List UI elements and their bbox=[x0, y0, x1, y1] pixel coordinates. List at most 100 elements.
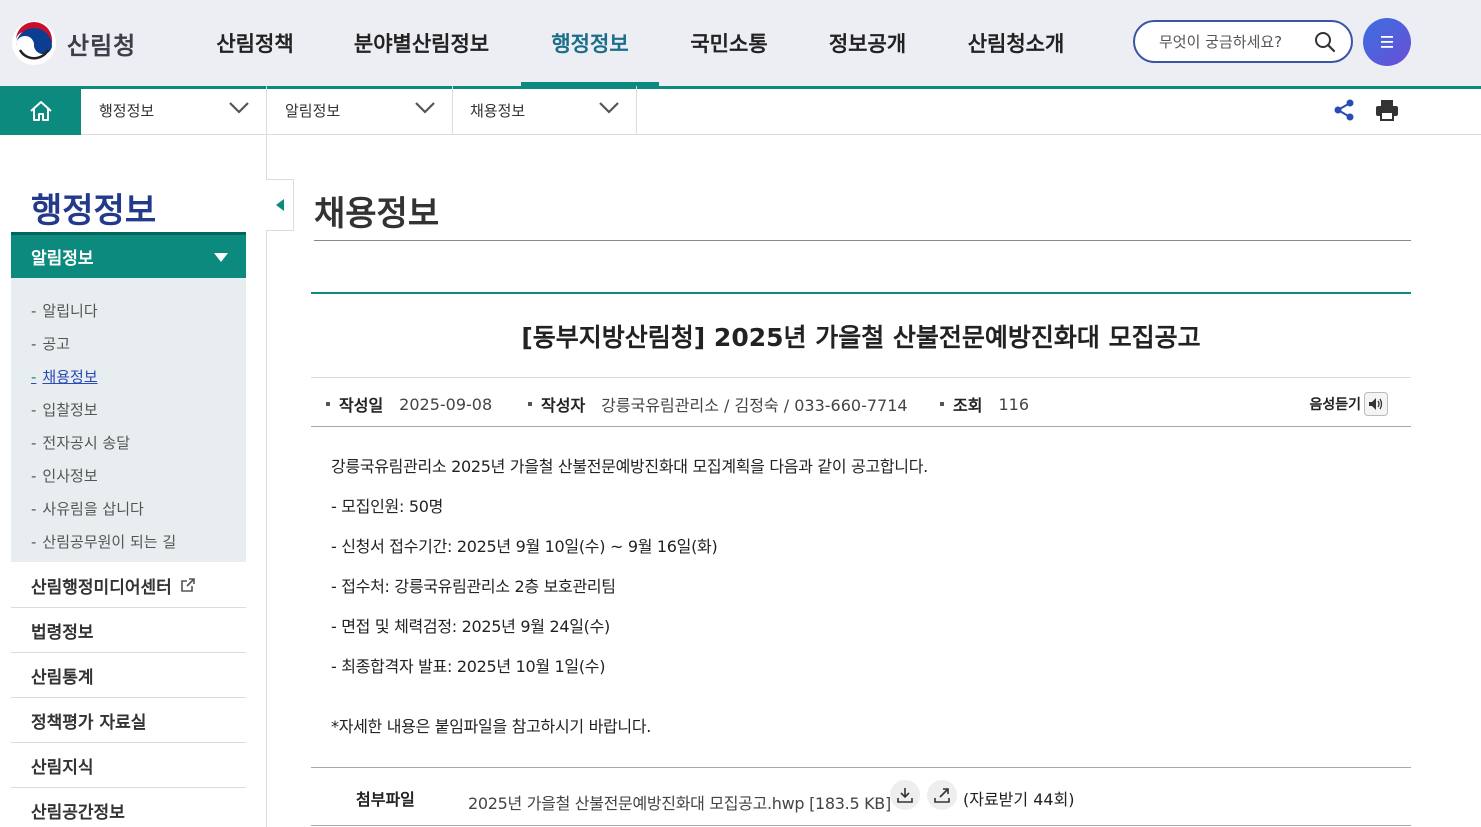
sidebar-item-laws[interactable]: 법령정보 bbox=[11, 608, 246, 653]
body-paragraph: - 신청서 접수기간: 2025년 9월 10일(수) ~ 9월 16일(화) bbox=[331, 537, 718, 556]
chevron-down-icon bbox=[229, 102, 249, 114]
dash-marker: - bbox=[31, 499, 37, 518]
divider bbox=[314, 240, 1411, 241]
nav-item-communication[interactable]: 국민소통 bbox=[659, 0, 799, 86]
body-paragraph: - 모집인원: 50명 bbox=[331, 497, 443, 516]
dash-marker: - bbox=[31, 400, 37, 419]
sidebar-item-notices[interactable]: - 알립니다 bbox=[11, 294, 246, 327]
breadcrumb-label: 알림정보 bbox=[285, 102, 341, 120]
hamburger-icon bbox=[1381, 36, 1393, 48]
dash-marker: - bbox=[31, 433, 37, 452]
meta-label: 작성일 bbox=[339, 396, 384, 415]
nav-item-forest-policy[interactable]: 산림정책 bbox=[188, 0, 322, 86]
all-menu-button[interactable] bbox=[1363, 18, 1411, 66]
sidebar-item-label: 알립니다 bbox=[42, 302, 98, 320]
sidebar-item-private-forest[interactable]: - 사유림을 삽니다 bbox=[11, 492, 246, 525]
sidebar-item-policy-evaluation[interactable]: 정책평가 자료실 bbox=[11, 698, 246, 743]
download-button[interactable] bbox=[890, 780, 920, 810]
sidebar-item-e-service[interactable]: - 전자공시 송달 bbox=[11, 426, 246, 459]
nav-item-about[interactable]: 산림청소개 bbox=[936, 0, 1096, 86]
dash-marker: - bbox=[31, 532, 37, 551]
post-title: [동부지방산림청] 2025년 가을철 산불전문예방진화대 모집공고 bbox=[311, 294, 1411, 378]
meta-label: 조회 bbox=[953, 396, 983, 415]
sidebar-item-label: 산림공무원이 되는 길 bbox=[42, 533, 177, 551]
meta-date: 작성일 2025-09-08 bbox=[326, 392, 492, 416]
body-paragraph: 강릉국유림관리소 2025년 가을철 산불전문예방진화대 모집계획을 다음과 같… bbox=[331, 457, 928, 476]
site-logo[interactable]: 산림청 bbox=[11, 20, 136, 66]
breadcrumb-dropdown-level1[interactable]: 행정정보 bbox=[81, 86, 267, 135]
sidebar-active-menu[interactable]: 알림정보 bbox=[11, 232, 246, 278]
body-paragraph: *자세한 내용은 붙임파일을 참고하시기 바랍니다. bbox=[331, 717, 652, 736]
breadcrumb-dropdown-level3[interactable]: 채용정보 bbox=[452, 86, 637, 135]
site-header: 산림청 산림정책 분야별산림정보 행정정보 국민소통 정보공개 산림청소개 bbox=[0, 0, 1481, 86]
search-box bbox=[1133, 20, 1353, 63]
meta-value: 강릉국유림관리소 / 김정숙 / 033-660-7714 bbox=[601, 396, 908, 415]
sidebar-item-label: 인사정보 bbox=[42, 467, 98, 485]
sidebar-submenu: - 알립니다 - 공고 - 채용정보 - 입찰정보 - 전자공시 송달 - 인사정보 - 사유… bbox=[11, 278, 246, 562]
caret-down-icon bbox=[214, 253, 228, 262]
body-paragraph: - 최종합격자 발표: 2025년 10월 1일(수) bbox=[331, 657, 606, 676]
sidebar-item-announcements[interactable]: - 공고 bbox=[11, 327, 246, 360]
sidebar-item-spatial-info[interactable]: 산림공간정보 bbox=[11, 788, 246, 827]
bullet-square bbox=[528, 402, 532, 406]
print-icon[interactable] bbox=[1374, 97, 1400, 123]
nav-item-forest-info[interactable]: 분야별산림정보 bbox=[322, 0, 521, 86]
chevron-down-icon bbox=[415, 102, 435, 114]
sidebar-title: 행정정보 bbox=[31, 191, 157, 231]
meta-author: 작성자 강릉국유림관리소 / 김정숙 / 033-660-7714 bbox=[528, 392, 908, 416]
breadcrumb-label: 행정정보 bbox=[99, 102, 155, 120]
post-body: 강릉국유림관리소 2025년 가을철 산불전문예방진화대 모집계획을 다음과 같… bbox=[311, 427, 1411, 768]
breadcrumb-label: 채용정보 bbox=[470, 102, 526, 120]
taegeuk-logo-icon bbox=[12, 21, 56, 65]
breadcrumb: 행정정보 알림정보 채용정보 bbox=[0, 86, 1481, 135]
meta-views: 조회 116 bbox=[940, 392, 1029, 416]
page-title: 채용정보 bbox=[314, 194, 440, 234]
sidebar-item-label: 전자공시 송달 bbox=[42, 434, 130, 452]
download-count: (자료받기 44회) bbox=[963, 790, 1075, 809]
attachment-file-link[interactable]: 2025년 가을철 산불전문예방진화대 모집공고.hwp [183.5 KB] bbox=[468, 790, 891, 814]
sidebar-item-personnel[interactable]: - 인사정보 bbox=[11, 459, 246, 492]
sidebar-item-bids[interactable]: - 입찰정보 bbox=[11, 393, 246, 426]
dash-marker: - bbox=[31, 334, 37, 353]
sidebar-item-statistics[interactable]: 산림통계 bbox=[11, 653, 246, 698]
sidebar-item-label: 공고 bbox=[42, 335, 71, 353]
nav-item-disclosure[interactable]: 정보공개 bbox=[799, 0, 936, 86]
external-link-icon bbox=[180, 578, 195, 592]
home-button[interactable] bbox=[0, 86, 81, 135]
preview-button[interactable] bbox=[927, 780, 957, 810]
body-paragraph: - 접수처: 강릉국유림관리소 2층 보호관리팀 bbox=[331, 577, 616, 596]
breadcrumb-dropdown-level2[interactable]: 알림정보 bbox=[267, 86, 453, 135]
bullet-square bbox=[940, 402, 944, 406]
bullet-square bbox=[326, 402, 330, 406]
sidebar-item-knowledge[interactable]: 산림지식 bbox=[11, 743, 246, 788]
home-icon bbox=[29, 100, 52, 121]
search-input[interactable] bbox=[1159, 32, 1304, 51]
sidebar-item-recruitment[interactable]: - 채용정보 bbox=[11, 360, 246, 393]
sidebar-item-label: 입찰정보 bbox=[42, 401, 98, 419]
text-to-speech-button[interactable]: 음성듣기 bbox=[1309, 392, 1388, 416]
nav-item-admin-info[interactable]: 행정정보 bbox=[521, 0, 659, 86]
sidebar-item-career-path[interactable]: - 산림공무원이 되는 길 bbox=[11, 525, 246, 558]
sidebar-item-label: 산림행정미디어센터 bbox=[31, 577, 172, 598]
main-navigation: 산림정책 분야별산림정보 행정정보 국민소통 정보공개 산림청소개 bbox=[188, 0, 1096, 86]
sidebar: 행정정보 알림정보 - 알립니다 - 공고 - 채용정보 - 입찰정보 - 전자공시 송달… bbox=[0, 135, 267, 827]
speaker-icon bbox=[1364, 392, 1388, 416]
search-icon[interactable] bbox=[1313, 30, 1337, 54]
sidebar-active-label: 알림정보 bbox=[31, 249, 94, 269]
caret-left-icon bbox=[275, 199, 284, 211]
chevron-down-icon bbox=[599, 102, 619, 114]
sidebar-item-label: 사유림을 삽니다 bbox=[42, 500, 144, 518]
attachment-label: 첨부파일 bbox=[356, 790, 415, 809]
logo-text: 산림청 bbox=[67, 31, 137, 60]
meta-label: 작성자 bbox=[541, 396, 586, 415]
sidebar-item-media-center[interactable]: 산림행정미디어센터 bbox=[11, 563, 246, 608]
body-paragraph: - 면접 및 체력검정: 2025년 9월 24일(수) bbox=[331, 617, 610, 636]
download-icon bbox=[897, 788, 913, 803]
sidebar-collapse-button[interactable] bbox=[266, 179, 294, 231]
meta-value: 2025-09-08 bbox=[399, 394, 493, 414]
meta-value: 116 bbox=[998, 394, 1029, 414]
attachment-row: 첨부파일 2025년 가을철 산불전문예방진화대 모집공고.hwp [183.5… bbox=[311, 768, 1411, 826]
share-icon[interactable] bbox=[1331, 97, 1357, 123]
dash-marker: - bbox=[31, 466, 37, 485]
sidebar-item-label: 채용정보 bbox=[42, 368, 98, 386]
